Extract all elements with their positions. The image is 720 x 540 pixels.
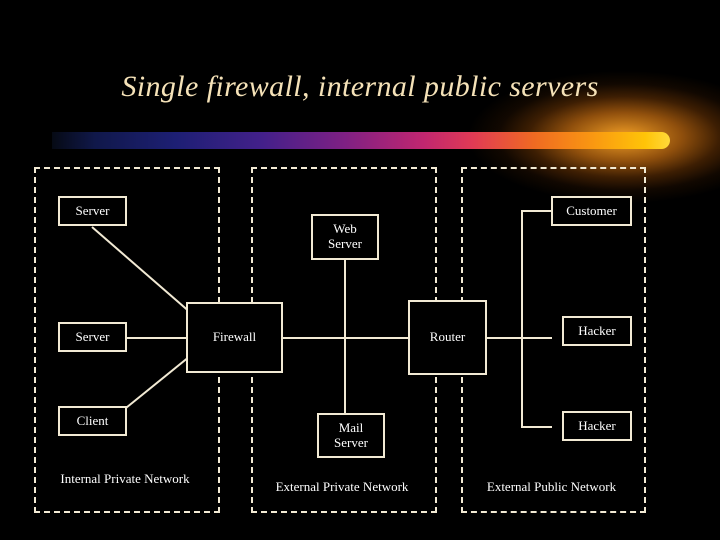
link-server-mid-to-firewall: [127, 337, 186, 339]
node-mail-server[interactable]: Mail Server: [317, 413, 385, 458]
node-client[interactable]: Client: [58, 406, 127, 436]
link-spur-to-mail-server: [344, 337, 346, 414]
public-network-trunk: [521, 211, 523, 427]
link-spur-to-web-server: [344, 260, 346, 338]
node-server-mid[interactable]: Server: [58, 322, 127, 352]
node-web-server-label-line2: Server: [328, 236, 362, 251]
page-title: Single firewall, internal public servers: [121, 70, 599, 103]
link-trunk-to-hacker-bottom: [521, 426, 552, 428]
slide-canvas: Single firewall, internal public servers…: [0, 0, 720, 540]
link-trunk-to-hacker-top: [521, 337, 552, 339]
title-decoration: [0, 62, 720, 212]
zone-label-external-private: External Private Network: [275, 479, 409, 494]
node-web-server[interactable]: Web Server: [311, 214, 379, 260]
node-hacker-bottom[interactable]: Hacker: [562, 411, 632, 441]
decoration-gradient-bar: [52, 132, 670, 149]
node-router[interactable]: Router: [408, 300, 487, 375]
node-mail-server-label-line1: Mail: [338, 419, 364, 435]
node-mail-server-label-line2: Server: [334, 434, 368, 450]
link-trunk-to-customer: [521, 210, 552, 212]
zone-label-external-public: External Public Network: [486, 479, 617, 494]
node-web-server-label-line1: Web: [333, 221, 357, 237]
node-hacker-top[interactable]: Hacker: [562, 316, 632, 346]
node-customer[interactable]: Customer: [551, 196, 632, 226]
node-firewall[interactable]: Firewall: [186, 302, 283, 373]
node-server-top[interactable]: Server: [58, 196, 127, 226]
zone-label-internal-private: Internal Private Network: [60, 471, 190, 486]
